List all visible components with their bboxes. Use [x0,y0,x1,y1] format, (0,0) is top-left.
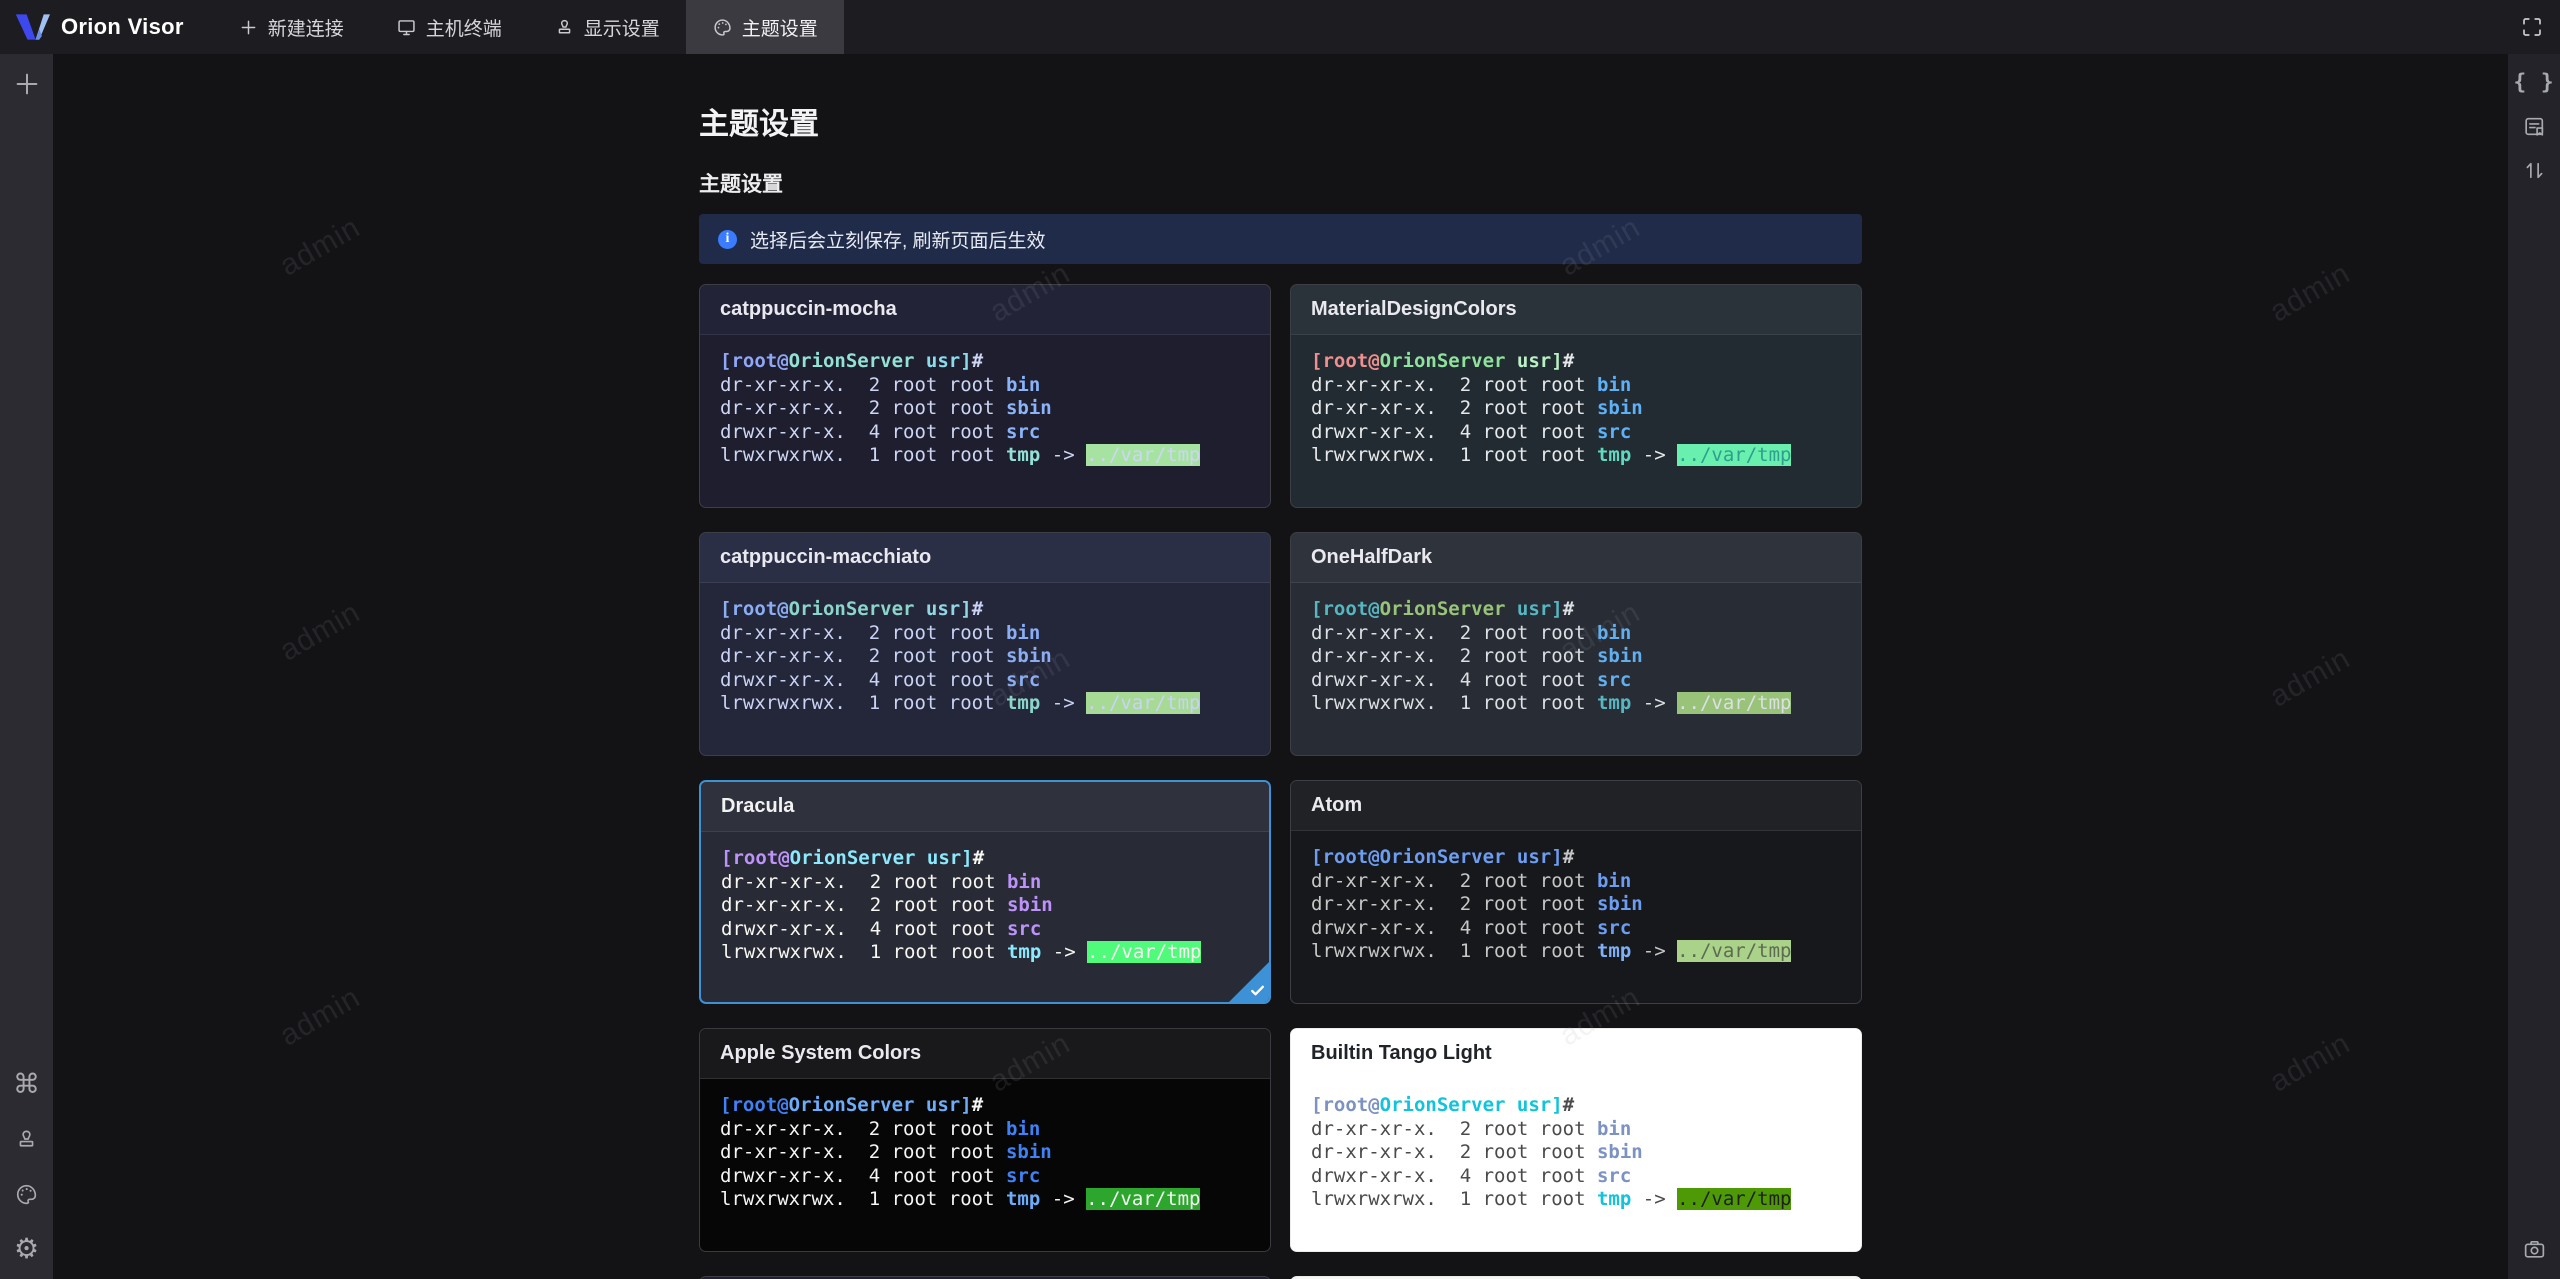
theme-card[interactable]: Dracula [root@OrionServer usr]# dr-xr-xr-… [699,780,1271,1004]
plus-icon [16,73,37,95]
tab-label: 主机终端 [425,18,502,40]
theme-card[interactable]: Builtin Tango Light [root@OrionServer us… [1290,1028,1862,1252]
theme-card[interactable]: OneHalfDark [root@OrionServer usr]# dr-xr… [1290,532,1862,756]
terminal-preview: [root@OrionServer usr]# dr-xr-xr-x. 2 roo… [720,350,1201,466]
screenshot-button[interactable] [2513,1227,2555,1271]
theme-card[interactable]: Apple System Colors [root@OrionServer us… [699,1028,1271,1252]
theme-card-header: OneHalfDark [1291,533,1861,583]
variables-button[interactable] [2513,60,2555,104]
terminal-preview: [root@OrionServer usr]# dr-xr-xr-x. 2 roo… [720,598,1201,714]
tab-host-terminal[interactable]: 主机终端 [370,0,528,54]
theme-card-grid: catppuccin-mocha [root@OrionServer usr]#… [699,284,1862,1279]
theme-name: Builtin Tango Light [1311,1042,1492,1064]
fullscreen-button[interactable] [2504,0,2560,54]
theme-name: catppuccin-mocha [720,298,897,320]
braces-icon [2514,70,2555,94]
terminal-preview: [root@OrionServer usr]# dr-xr-xr-x. 2 roo… [720,1094,1201,1210]
theme-card-header: Dracula [701,782,1269,832]
theme-card-header: Atom [1291,781,1861,831]
info-banner-text: 选择后会立刻保存, 刷新页面后生效 [750,230,1046,252]
info-banner: 选择后会立刻保存, 刷新页面后生效 [699,214,1862,264]
terminal-preview: [root@OrionServer usr]# dr-xr-xr-x. 2 roo… [1311,350,1792,466]
orion-visor-logo-icon [15,14,50,40]
gear-icon [14,1235,39,1263]
stamp-icon [558,19,571,33]
theme-card[interactable]: catppuccin-macchiato [root@OrionServer u… [699,532,1271,756]
theme-card[interactable]: MaterialDesignColors [root@OrionServer u… [1290,284,1862,508]
palette-icon [16,1184,37,1204]
snippets-button[interactable] [2513,104,2555,148]
new-tab-button[interactable] [6,62,48,106]
terminal-preview: [root@OrionServer usr]# dr-xr-xr-x. 2 roo… [1311,598,1792,714]
display-settings-button[interactable] [6,1117,48,1161]
terminal-preview: [root@OrionServer usr]# dr-xr-xr-x. 2 roo… [721,847,1202,963]
theme-card[interactable]: catppuccin-mocha [root@OrionServer usr]#… [699,284,1271,508]
terminal-preview: [root@OrionServer usr]# dr-xr-xr-x. 2 roo… [1311,846,1792,962]
right-sidebar [2508,54,2560,1279]
right-sidebar-bottom [2513,1227,2555,1271]
fullscreen-icon [2523,18,2541,36]
tab-label: 显示设置 [583,18,660,40]
theme-name: Apple System Colors [720,1042,922,1064]
command-shortcut-button[interactable] [6,1062,48,1106]
tab-label: 主题设置 [741,18,818,40]
page-title: 主题设置 [699,108,819,141]
settings-button[interactable] [6,1227,48,1271]
tab-display-settings[interactable]: 显示设置 [528,0,686,54]
transfer-button[interactable] [2513,148,2555,192]
theme-card-header: Builtin Tango Light [1291,1029,1861,1079]
section-title: 主题设置 [699,173,783,196]
palette-icon [714,18,731,36]
theme-card[interactable]: Atom [root@OrionServer usr]# dr-xr-xr-x. … [1290,780,1862,1004]
terminal-monitor-icon [398,19,415,35]
theme-name: Dracula [721,795,795,817]
app-title: Orion Visor [61,14,184,39]
sort-arrows-icon [2526,162,2542,178]
tab-theme-settings[interactable]: 主题设置 [685,0,844,54]
theme-card-header: MaterialDesignColors [1291,285,1861,335]
theme-name: catppuccin-macchiato [720,546,932,568]
topbar: Orion Visor 新建连接 主机终端 显示设置 主题设置 [0,0,2560,54]
left-sidebar-bottom [6,1062,48,1271]
theme-card-header: catppuccin-macchiato [700,533,1270,583]
theme-settings-button[interactable] [6,1172,48,1216]
tab-label: 新建连接 [267,18,344,40]
theme-card-header: catppuccin-mocha [700,285,1270,335]
main-content: 主题设置 主题设置 选择后会立刻保存, 刷新页面后生效 catppuccin-m… [53,54,2508,1279]
theme-name: MaterialDesignColors [1311,298,1517,320]
theme-card-header: Apple System Colors [700,1029,1270,1079]
nav-tabs: 新建连接 主机终端 显示设置 主题设置 [212,0,844,54]
camera-icon [2524,1240,2544,1258]
theme-name: Atom [1311,794,1363,816]
theme-name: OneHalfDark [1311,546,1433,568]
stamp-icon [19,1130,34,1147]
check-icon [1251,985,1264,996]
plus-icon [241,20,256,34]
tab-new-connection[interactable]: 新建连接 [212,0,370,54]
doc-bookmark-icon [2524,117,2543,136]
left-sidebar [0,54,53,1279]
app-logo[interactable]: Orion Visor [0,0,212,54]
command-icon [13,1071,40,1098]
terminal-preview: [root@OrionServer usr]# dr-xr-xr-x. 2 roo… [1311,1094,1792,1210]
info-icon [718,229,737,249]
